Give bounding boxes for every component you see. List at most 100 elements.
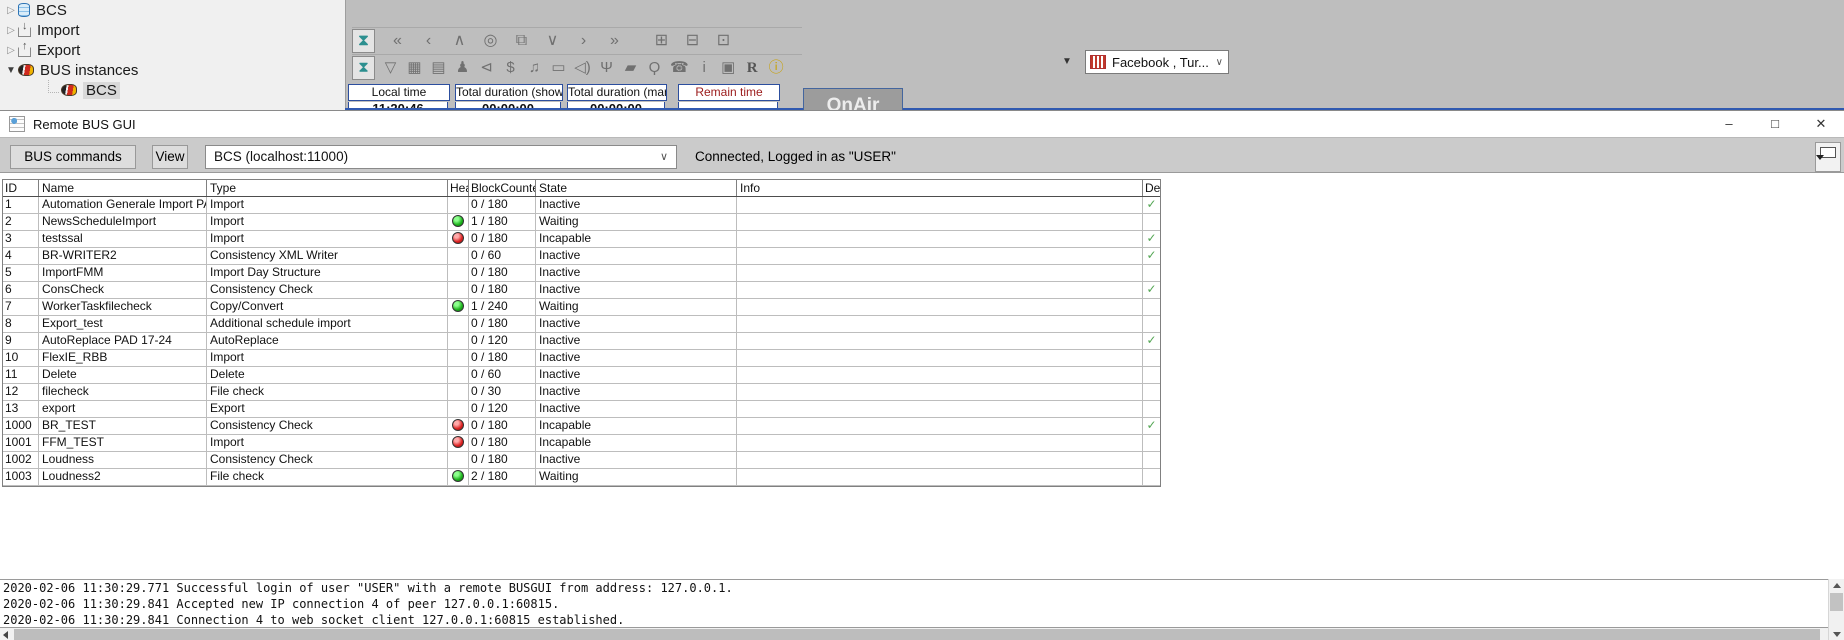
scrollbar-thumb[interactable] — [1830, 593, 1843, 611]
move-down-icon[interactable]: ∨ — [544, 30, 561, 52]
table-row[interactable]: 5 ImportFMM Import Day Structure 0 / 180… — [3, 265, 1160, 282]
cell-health — [448, 231, 469, 247]
monitor-icon[interactable]: ▭ — [550, 57, 567, 79]
cell-state: Inactive — [536, 282, 737, 298]
table-column-header[interactable]: State — [536, 180, 737, 196]
script-document-icon[interactable]: ▤ — [430, 57, 447, 79]
table-row[interactable]: 2 NewsScheduleImport Import 1 / 180 Wait… — [3, 214, 1160, 231]
step-back-icon[interactable]: ‹ — [420, 30, 437, 52]
cell-del: ✓ — [1143, 299, 1160, 315]
table-row[interactable]: 7 WorkerTaskfilecheck Copy/Convert 1 / 2… — [3, 299, 1160, 316]
cell-del: ✓ — [1143, 452, 1160, 468]
channel-select[interactable]: Facebook , Tur... ∨ — [1085, 50, 1229, 74]
megaphone-icon[interactable]: ⊲ — [478, 57, 495, 79]
serif-r-icon[interactable]: R — [744, 57, 761, 79]
mic-stand-icon[interactable]: Ψ — [598, 57, 615, 79]
table-row[interactable]: 3 testssal Import 0 / 180 Incapable ✓ — [3, 231, 1160, 248]
tree-expander-icon[interactable] — [4, 45, 18, 56]
table-row[interactable]: 11 Delete Delete 0 / 60 Inactive ✓ — [3, 367, 1160, 384]
cell-health — [448, 452, 469, 468]
table-row[interactable]: 1003 Loudness2 File check 2 / 180 Waitin… — [3, 469, 1160, 486]
table-row[interactable]: 4 BR-WRITER2 Consistency XML Writer 0 / … — [3, 248, 1160, 265]
tasks-hourglass-icon[interactable]: ⧗ — [352, 29, 375, 53]
scroll-left-icon[interactable] — [3, 631, 8, 639]
tree-expander-icon[interactable] — [4, 25, 18, 36]
monitor-add-icon[interactable]: ⊞ — [653, 30, 670, 52]
window-titlebar[interactable]: Remote BUS GUI – □ ✕ — [0, 111, 1844, 137]
view-button[interactable]: View — [152, 145, 188, 169]
scrollbar-thumb[interactable] — [14, 629, 1820, 640]
tree-item-bcs-instance[interactable]: BCS — [0, 80, 345, 100]
move-up-icon[interactable]: ∧ — [451, 30, 468, 52]
table-column-header[interactable]: Name — [39, 180, 207, 196]
channel-menu-arrow-icon[interactable]: ▼ — [1058, 56, 1076, 70]
cell-blockcounter: 0 / 60 — [469, 367, 536, 383]
money-icon[interactable]: $ — [502, 57, 519, 79]
cell-blockcounter: 0 / 180 — [469, 435, 536, 451]
table-column-header[interactable]: BlockCounter — [469, 180, 536, 196]
background-toolbar-row2: ⧗ ▽ ▦ ▤ ♟ ⊲ $ ♫ ▭ ◁) Ψ ▰ Ϙ ☎ i ▣ Rⓘ — [352, 54, 802, 81]
tree-item-bcs-database[interactable]: BCS — [0, 0, 345, 20]
bus-commands-button[interactable]: BUS commands — [10, 145, 136, 169]
screen-selector-button[interactable] — [1815, 142, 1841, 172]
music-icon[interactable]: ♫ — [526, 57, 543, 79]
table-row[interactable]: 13 export Export 0 / 120 Inactive ✓ — [3, 401, 1160, 418]
table-row[interactable]: 8 Export_test Additional schedule import… — [3, 316, 1160, 333]
table-row[interactable]: 1002 Loudness Consistency Check 0 / 180 … — [3, 452, 1160, 469]
table-column-header[interactable]: Hea — [448, 180, 469, 196]
table-row[interactable]: 1000 BR_TEST Consistency Check 0 / 180 I… — [3, 418, 1160, 435]
table-row[interactable]: 10 FlexIE_RBB Import 0 / 180 Inactive ✓ — [3, 350, 1160, 367]
tree-item-bus-instances[interactable]: BUS instances — [0, 60, 345, 80]
filter-icon[interactable]: ▽ — [382, 57, 399, 79]
horizontal-scrollbar[interactable] — [0, 628, 1828, 640]
table-row[interactable]: 1001 FFM_TEST Import 0 / 180 Incapable ✓ — [3, 435, 1160, 452]
microphone-icon[interactable]: Ϙ — [646, 57, 663, 79]
tree-item-export[interactable]: Export — [0, 40, 345, 60]
import-icon — [18, 27, 31, 37]
jump-last-icon[interactable]: » — [606, 30, 623, 52]
cell-name: FFM_TEST — [39, 435, 207, 451]
cell-health — [448, 316, 469, 332]
table-row[interactable]: 1 Automation Generale Import PAD 17 Impo… — [3, 197, 1160, 214]
table-row[interactable]: 9 AutoReplace PAD 17-24 AutoReplace 0 / … — [3, 333, 1160, 350]
phone-icon[interactable]: ☎ — [670, 57, 689, 79]
table-row[interactable]: 6 ConsCheck Consistency Check 0 / 180 In… — [3, 282, 1160, 299]
record-target-icon[interactable]: ◎ — [482, 30, 499, 52]
speaker-icon[interactable]: ◁) — [574, 57, 591, 79]
connection-select[interactable]: BCS (localhost:11000) ∨ — [205, 145, 677, 169]
scroll-down-icon[interactable] — [1833, 632, 1841, 637]
table-column-header[interactable]: Del — [1143, 180, 1160, 196]
table-column-header[interactable]: Info — [737, 180, 1143, 196]
cell-name: BR_TEST — [39, 418, 207, 434]
table-column-header[interactable]: ID — [3, 180, 39, 196]
channel-select-value: Facebook , Tur... — [1112, 55, 1209, 70]
step-forward-icon[interactable]: › — [575, 30, 592, 52]
monitor-remove-icon[interactable]: ⊟ — [684, 30, 701, 52]
tree-expander-icon[interactable] — [4, 65, 18, 76]
web-feed-icon[interactable]: ▣ — [720, 57, 737, 79]
cell-name: Loudness2 — [39, 469, 207, 485]
minimize-button[interactable]: – — [1706, 111, 1752, 137]
window-title: Remote BUS GUI — [33, 117, 136, 132]
copy-day-icon[interactable]: ⧉ — [513, 30, 530, 52]
jump-first-icon[interactable]: « — [389, 30, 406, 52]
log-vertical-scrollbar[interactable] — [1828, 579, 1844, 640]
monitor-grid-icon[interactable]: ⊡ — [715, 30, 732, 52]
presenters-icon[interactable]: ♟ — [454, 57, 471, 79]
tree-item-import[interactable]: Import — [0, 20, 345, 40]
info-icon[interactable]: i — [696, 57, 713, 79]
tasks-hourglass-icon[interactable]: ⧗ — [352, 56, 375, 80]
table-column-header[interactable]: Type — [207, 180, 448, 196]
cell-health — [448, 197, 469, 213]
close-button[interactable]: ✕ — [1798, 111, 1844, 137]
rundown-grid-icon[interactable]: ▦ — [406, 57, 423, 79]
scroll-up-icon[interactable] — [1833, 583, 1841, 588]
cell-del: ✓ — [1143, 367, 1160, 383]
tree-expander-icon[interactable] — [4, 5, 18, 16]
circled-info-icon[interactable]: ⓘ — [768, 57, 785, 79]
table-row[interactable]: 12 filecheck File check 0 / 30 Inactive … — [3, 384, 1160, 401]
cell-type: Delete — [207, 367, 448, 383]
maximize-button[interactable]: □ — [1752, 111, 1798, 137]
time-panel-label: Remain time — [678, 84, 780, 101]
clapperboard-icon[interactable]: ▰ — [622, 57, 639, 79]
